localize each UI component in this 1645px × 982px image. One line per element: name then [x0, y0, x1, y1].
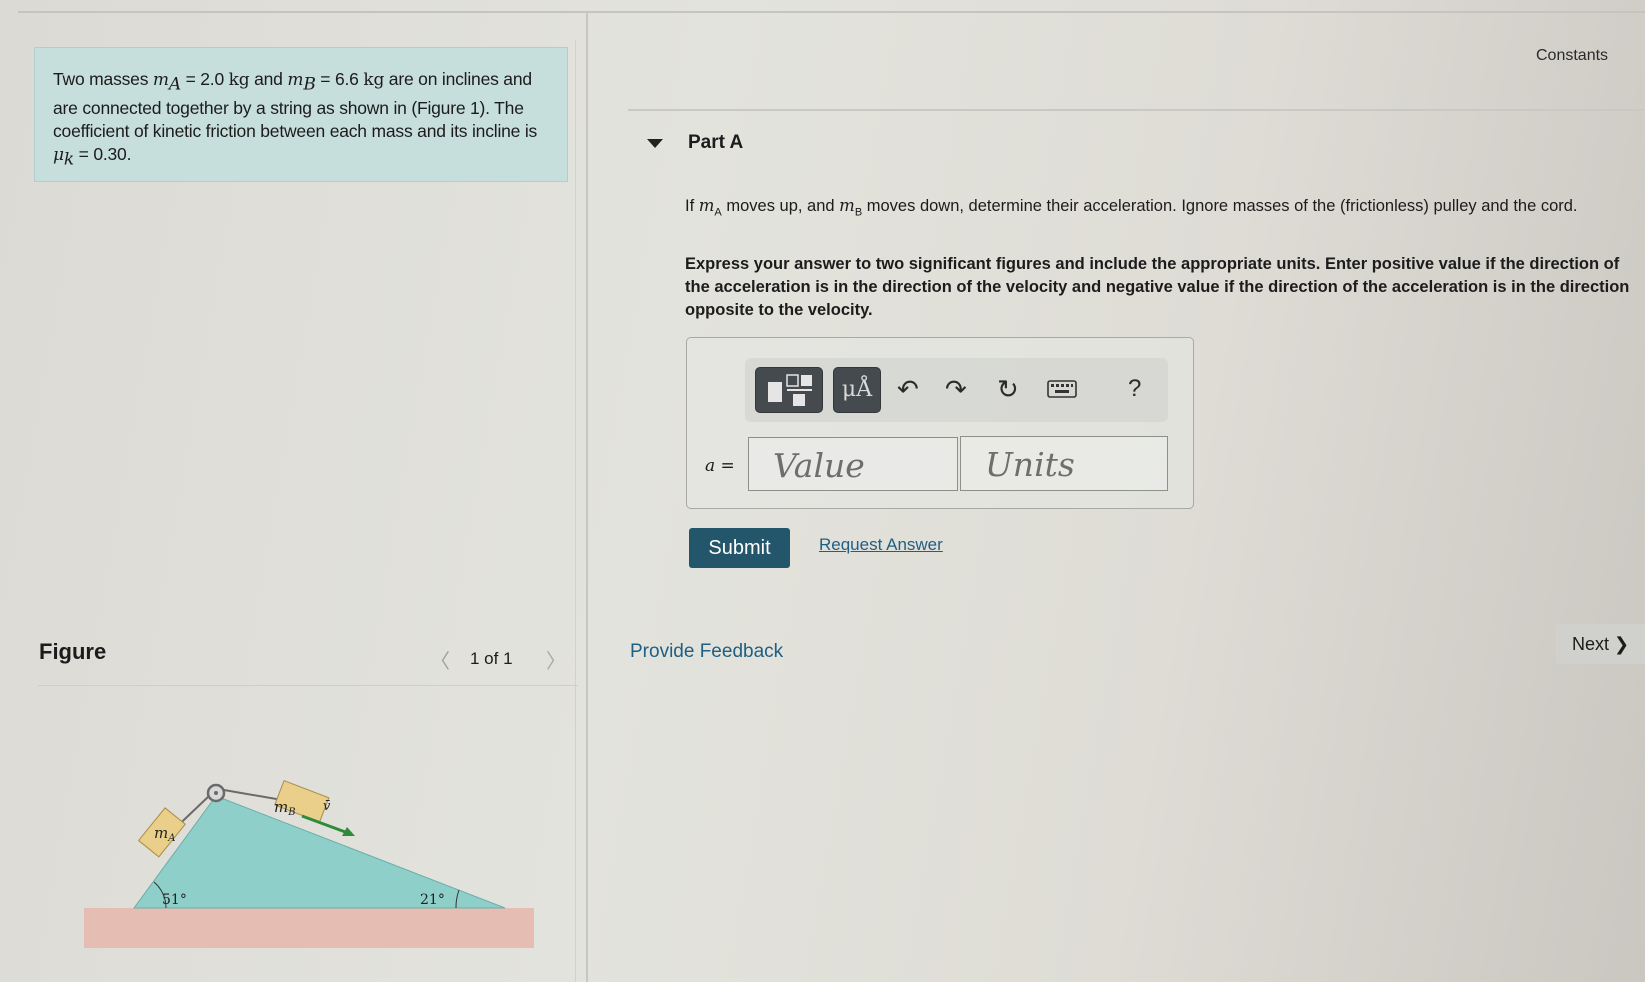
- velocity-arrow: [301, 814, 349, 835]
- problem-text: and: [249, 69, 288, 89]
- figure-title: Figure: [39, 639, 107, 664]
- templates-button[interactable]: [755, 367, 823, 413]
- units-input[interactable]: Units: [960, 436, 1168, 491]
- question-mass-a-sub: A: [714, 206, 722, 219]
- collapse-caret-icon[interactable]: [647, 139, 663, 148]
- question-text: If mA moves up, and mB moves down, deter…: [685, 194, 1635, 224]
- figure-divider: [38, 685, 578, 686]
- math-toolbar: μÅ ↶ ↷ ↻ ?: [745, 358, 1168, 422]
- angle-left-label: 51°: [162, 892, 187, 908]
- question-mass-b: m: [839, 196, 855, 215]
- answer-var: a: [705, 456, 716, 476]
- units-button[interactable]: μÅ: [833, 367, 881, 413]
- answer-variable-label: a =: [705, 456, 735, 476]
- keyboard-icon[interactable]: [1047, 378, 1077, 400]
- mu-value: = 0.30.: [73, 143, 132, 164]
- question-rest: moves down, determine their acceleration…: [862, 197, 1578, 215]
- top-divider: [18, 11, 1645, 13]
- answer-instructions: Express your answer to two significant f…: [685, 255, 1630, 319]
- request-answer-link[interactable]: Request Answer: [819, 535, 943, 555]
- part-a-divider: [628, 109, 1645, 111]
- mass-a-value: = 2.0: [180, 69, 229, 89]
- mu-symbol: μ: [53, 144, 64, 165]
- constants-link[interactable]: Constants: [1536, 47, 1608, 65]
- mass-b-subscript: B: [303, 74, 316, 95]
- left-panel-edge: [575, 40, 576, 982]
- figure-next-icon[interactable]: 〉: [546, 645, 566, 674]
- help-icon[interactable]: ?: [1128, 374, 1141, 404]
- column-divider: [586, 12, 588, 982]
- templates-icon: [768, 374, 812, 406]
- mass-a-unit: kg: [228, 70, 250, 90]
- value-input[interactable]: Value: [748, 437, 958, 491]
- problem-statement: Two masses mA = 2.0 kg and mB = 6.6 kg a…: [34, 47, 568, 182]
- label-velocity: v̄: [323, 799, 331, 814]
- pulley-axle: [214, 791, 218, 795]
- submit-button[interactable]: Submit: [689, 528, 790, 568]
- mass-b-unit: kg: [363, 70, 385, 90]
- undo-icon[interactable]: ↶: [897, 374, 919, 404]
- redo-icon[interactable]: ↷: [945, 374, 967, 404]
- next-button[interactable]: Next ❯: [1556, 624, 1645, 664]
- mass-a-symbol: m: [152, 70, 169, 90]
- provide-feedback-link[interactable]: Provide Feedback: [630, 641, 783, 663]
- incline-figure: mA mB v̄ 51° 21°: [84, 779, 534, 948]
- part-a-title[interactable]: Part A: [688, 132, 743, 154]
- figure-prev-icon[interactable]: 〈: [430, 645, 450, 674]
- figure-counter: 1 of 1: [470, 649, 513, 668]
- question-mass-a: m: [698, 196, 715, 215]
- angle-right-label: 21°: [420, 892, 445, 908]
- question-mid: moves up, and: [721, 197, 840, 215]
- ground: [84, 908, 534, 948]
- mass-a-subscript: A: [168, 74, 181, 95]
- mass-b-value: = 6.6: [315, 69, 364, 89]
- mu-subscript: k: [63, 149, 74, 169]
- reset-icon[interactable]: ↻: [997, 374, 1019, 404]
- answer-equals: =: [715, 456, 735, 476]
- mass-b-symbol: m: [287, 70, 304, 90]
- problem-text: Two masses: [53, 69, 153, 89]
- question-if: If: [685, 197, 699, 215]
